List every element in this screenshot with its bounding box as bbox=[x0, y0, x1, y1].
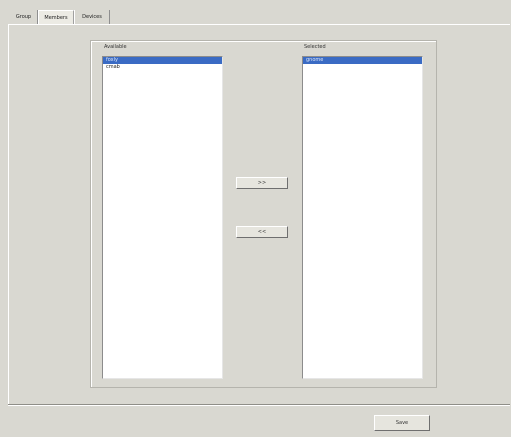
tab-members[interactable]: Members bbox=[38, 10, 74, 24]
tab-members-label: Members bbox=[44, 15, 68, 21]
bottom-divider-highlight bbox=[8, 405, 510, 406]
save-button-label: Save bbox=[395, 420, 409, 426]
selected-list-item[interactable]: gnome bbox=[303, 57, 422, 64]
remove-member-button-label: << bbox=[257, 229, 267, 235]
available-listbox[interactable]: foxly cmab bbox=[102, 56, 223, 379]
tab-devices-label: Devices bbox=[82, 14, 102, 20]
tab-devices[interactable]: Devices bbox=[74, 10, 110, 24]
tab-group[interactable]: Group bbox=[10, 10, 38, 24]
selected-list-caption: Selected bbox=[304, 44, 326, 50]
selected-listbox[interactable]: gnome bbox=[302, 56, 423, 379]
available-list-item[interactable]: cmab bbox=[103, 64, 222, 71]
remove-member-button[interactable]: << bbox=[236, 226, 288, 238]
available-list-item[interactable]: foxly bbox=[103, 57, 222, 64]
save-button[interactable]: Save bbox=[374, 415, 430, 431]
available-list-caption: Available bbox=[104, 44, 127, 50]
tab-group-label: Group bbox=[15, 14, 32, 20]
add-member-button-label: >> bbox=[257, 180, 267, 186]
add-member-button[interactable]: >> bbox=[236, 177, 288, 189]
